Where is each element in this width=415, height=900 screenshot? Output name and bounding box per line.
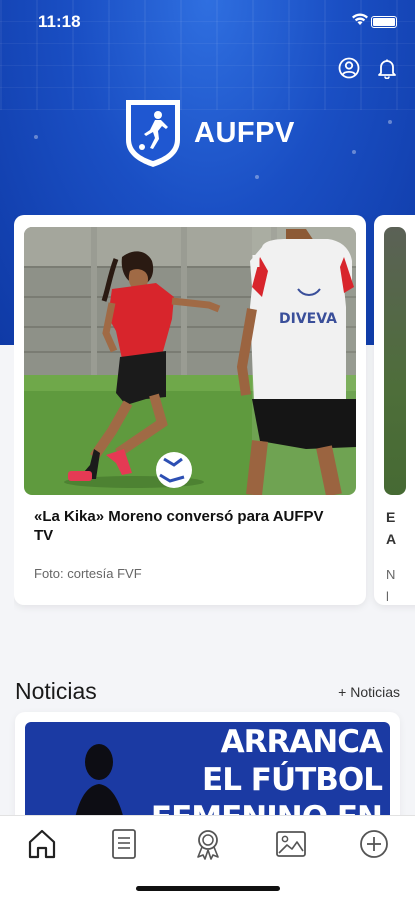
tab-gallery[interactable] bbox=[273, 826, 309, 862]
soccer-photo-image: DIVEVA bbox=[24, 227, 356, 495]
news-card[interactable]: ARRANCA EL FÚTBOL FEMENINO EN bbox=[15, 712, 400, 832]
light-dot bbox=[388, 120, 392, 124]
light-dot bbox=[352, 150, 356, 154]
notifications-button[interactable] bbox=[375, 56, 399, 80]
tab-awards[interactable] bbox=[190, 826, 226, 862]
featured-carousel[interactable]: DIVEVA «La Kika» Moreno conversó para AU… bbox=[14, 215, 415, 645]
more-news-link[interactable]: + Noticias bbox=[338, 684, 400, 700]
next-card-headline-fragment: E bbox=[386, 509, 396, 525]
header-actions bbox=[337, 56, 399, 80]
award-icon bbox=[197, 830, 219, 860]
home-indicator bbox=[136, 886, 280, 891]
next-card-caption-fragment: N bbox=[386, 567, 396, 582]
svg-text:DIVEVA: DIVEVA bbox=[279, 311, 337, 327]
gallery-icon bbox=[276, 831, 306, 857]
featured-card[interactable]: DIVEVA «La Kika» Moreno conversó para AU… bbox=[14, 215, 366, 605]
next-card-photo bbox=[384, 227, 406, 495]
featured-photo: DIVEVA bbox=[24, 227, 356, 495]
brand-logo: AUFPV bbox=[124, 98, 295, 168]
next-card-caption-fragment: l bbox=[386, 589, 389, 604]
status-bar: 11:18 bbox=[0, 0, 415, 44]
banner-text-line: ARRANCA bbox=[220, 724, 383, 760]
news-section-title: Noticias bbox=[15, 678, 97, 704]
home-icon bbox=[28, 829, 56, 859]
next-card-preview[interactable]: E A N l bbox=[374, 215, 415, 605]
wifi-icon bbox=[352, 13, 368, 25]
tab-home[interactable] bbox=[24, 826, 60, 862]
shield-logo-icon bbox=[126, 100, 180, 167]
tab-add[interactable] bbox=[356, 826, 392, 862]
light-dot bbox=[34, 135, 38, 139]
add-icon bbox=[360, 830, 388, 858]
status-time: 11:18 bbox=[38, 12, 81, 31]
brand-name: AUFPV bbox=[194, 116, 295, 149]
next-card-headline-fragment: A bbox=[386, 531, 397, 547]
user-circle-icon bbox=[338, 57, 360, 79]
banner-text-line: EL FÚTBOL bbox=[202, 762, 383, 798]
featured-caption: Foto: cortesía FVF bbox=[34, 566, 142, 581]
bell-icon bbox=[378, 59, 396, 79]
document-icon bbox=[112, 829, 136, 859]
profile-button[interactable] bbox=[337, 56, 361, 80]
bottom-tab-bar bbox=[0, 815, 415, 900]
news-section-header: Noticias + Noticias bbox=[15, 678, 400, 708]
battery-icon bbox=[371, 16, 397, 28]
tab-news[interactable] bbox=[106, 826, 142, 862]
featured-headline[interactable]: «La Kika» Moreno conversó para AUFPV TV bbox=[34, 507, 344, 545]
light-dot bbox=[255, 175, 259, 179]
